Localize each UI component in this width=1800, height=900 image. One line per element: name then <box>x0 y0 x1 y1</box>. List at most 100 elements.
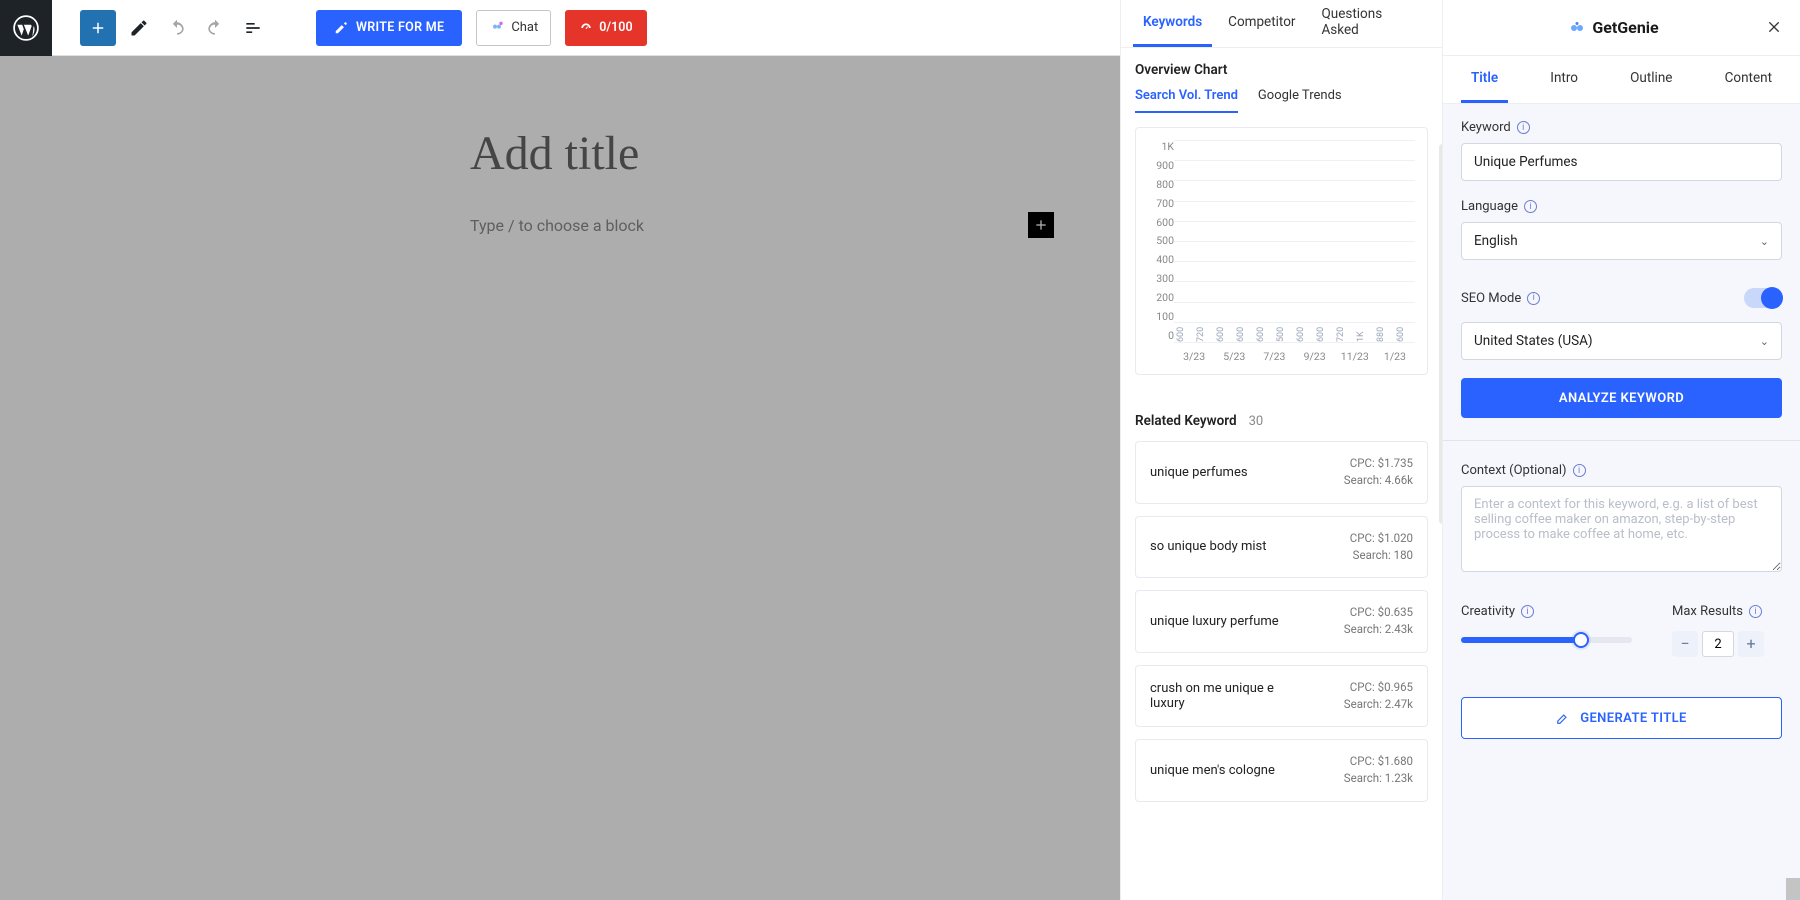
info-icon[interactable]: i <box>1749 605 1762 618</box>
edit-mode-button[interactable] <box>124 10 154 46</box>
editor-canvas: Add title Type / to choose a block <box>0 56 1120 900</box>
related-keyword-title: Related Keyword <box>1135 413 1237 429</box>
genie-icon <box>489 20 505 36</box>
keyword-stats: CPC: $0.635Search: 2.43k <box>1344 604 1413 639</box>
undo-button[interactable] <box>162 10 192 46</box>
left-panel-body: Overview Chart Search Vol. Trend Google … <box>1121 48 1442 900</box>
keyword-name: unique perfumes <box>1150 465 1248 480</box>
top-toolbar: WRITE FOR ME Chat 0/100 <box>0 0 1120 56</box>
left-panel-tabs: Keywords Competitor Questions Asked <box>1121 0 1442 48</box>
tab-content[interactable]: Content <box>1715 56 1782 103</box>
tab-outline[interactable]: Outline <box>1620 56 1682 103</box>
info-icon[interactable]: i <box>1527 292 1540 305</box>
stepper-decrease-button[interactable]: − <box>1672 631 1698 657</box>
analyze-keyword-button[interactable]: ANALYZE KEYWORD <box>1461 378 1782 418</box>
tab-questions-asked[interactable]: Questions Asked <box>1311 0 1430 47</box>
keyword-stats: CPC: $1.020Search: 180 <box>1350 530 1413 565</box>
stepper-increase-button[interactable]: + <box>1738 631 1764 657</box>
chart-bars: 6007206006006005006006007201K880600 <box>1174 140 1415 342</box>
keyword-card[interactable]: so unique body mist CPC: $1.020Search: 18… <box>1135 516 1428 579</box>
creativity-label: Creativityi <box>1461 604 1632 619</box>
keyword-stats: CPC: $1.735Search: 4.66k <box>1344 455 1413 490</box>
keyword-card[interactable]: unique perfumes CPC: $1.735Search: 4.66k <box>1135 441 1428 504</box>
chart-y-axis: 1K9008007006005004003002001000 <box>1140 140 1174 342</box>
max-results-label: Max Resultsi <box>1672 604 1782 619</box>
undo-icon <box>167 18 187 38</box>
divider <box>1443 440 1800 441</box>
chevron-down-icon: ⌄ <box>1760 235 1769 248</box>
document-overview-button[interactable] <box>238 10 268 46</box>
stepper-value[interactable] <box>1702 631 1734 657</box>
magic-pen-icon <box>334 21 348 35</box>
pencil-icon <box>129 18 149 38</box>
right-panel-body: Keywordi Languagei English ⌄ SEO Modei U… <box>1443 104 1800 900</box>
info-icon[interactable]: i <box>1517 121 1530 134</box>
chat-button[interactable]: Chat <box>476 10 551 46</box>
keyword-input[interactable] <box>1461 143 1782 181</box>
chart-x-axis: 3/235/237/239/2311/231/23 <box>1174 342 1415 368</box>
chart-plot: 6007206006006005006006007201K880600 <box>1174 140 1415 342</box>
overview-chart: 1K9008007006005004003002001000 600720600… <box>1135 127 1428 375</box>
getgenie-header: GetGenie <box>1443 0 1800 56</box>
tab-title[interactable]: Title <box>1461 56 1508 103</box>
getgenie-panel: GetGenie Title Intro Outline Content Key… <box>1442 0 1800 900</box>
creativity-slider[interactable] <box>1461 637 1632 643</box>
keyword-field-label: Keywordi <box>1461 120 1782 135</box>
write-for-me-button[interactable]: WRITE FOR ME <box>316 10 462 46</box>
info-icon[interactable]: i <box>1521 605 1534 618</box>
redo-button[interactable] <box>200 10 230 46</box>
language-field-label: Languagei <box>1461 199 1782 214</box>
wordpress-logo[interactable] <box>0 0 52 56</box>
language-select[interactable]: English ⌄ <box>1461 222 1782 260</box>
related-keyword-list: unique perfumes CPC: $1.735Search: 4.66k s… <box>1135 441 1428 802</box>
modal-backdrop <box>0 56 1120 900</box>
keyword-card[interactable]: unique men's cologne CPC: $1.680Search: 1… <box>1135 739 1428 802</box>
context-textarea[interactable] <box>1461 486 1782 572</box>
country-select[interactable]: United States (USA) ⌄ <box>1461 322 1782 360</box>
tab-competitor[interactable]: Competitor <box>1218 0 1305 47</box>
info-icon[interactable]: i <box>1524 200 1537 213</box>
scrollbar[interactable] <box>1786 878 1800 900</box>
close-panel-button[interactable] <box>1766 16 1782 40</box>
wordpress-icon <box>13 15 39 41</box>
related-keyword-count: 30 <box>1249 414 1264 429</box>
keyword-name: crush on me unique e luxury <box>1150 681 1290 711</box>
seo-mode-label: SEO Modei <box>1461 291 1540 306</box>
language-value: English <box>1474 233 1518 249</box>
keyword-stats: CPC: $0.965Search: 2.47k <box>1344 679 1413 714</box>
chat-label: Chat <box>511 20 538 35</box>
getgenie-brand: GetGenie <box>1568 18 1658 37</box>
keyword-name: unique men's cologne <box>1150 763 1275 778</box>
redo-icon <box>205 18 225 38</box>
max-results-stepper: − + <box>1672 631 1782 657</box>
keyword-name: so unique body mist <box>1150 539 1266 554</box>
genie-brand-icon <box>1568 19 1586 37</box>
info-icon[interactable]: i <box>1573 464 1586 477</box>
generate-icon <box>1556 711 1570 725</box>
chart-sub-tabs: Search Vol. Trend Google Trends <box>1135 88 1428 113</box>
overview-chart-title: Overview Chart <box>1135 62 1428 78</box>
keyword-name: unique luxury perfume <box>1150 614 1279 629</box>
generate-title-label: GENERATE TITLE <box>1580 711 1687 726</box>
editor-viewport: WRITE FOR ME Chat 0/100 Add title Type /… <box>0 0 1120 900</box>
generate-title-button[interactable]: GENERATE TITLE <box>1461 697 1782 739</box>
right-panel-tabs: Title Intro Outline Content <box>1443 56 1800 104</box>
brand-label: GetGenie <box>1592 18 1658 37</box>
keyword-card[interactable]: unique luxury perfume CPC: $0.635Search: … <box>1135 590 1428 653</box>
tab-intro[interactable]: Intro <box>1540 56 1588 103</box>
context-field-label: Context (Optional)i <box>1461 463 1782 478</box>
gauge-icon <box>579 21 593 35</box>
usage-limit-label: 0/100 <box>599 20 632 35</box>
keywords-panel: Keywords Competitor Questions Asked Over… <box>1120 0 1442 900</box>
tab-keywords[interactable]: Keywords <box>1133 0 1212 47</box>
chevron-down-icon: ⌄ <box>1760 335 1769 348</box>
write-for-me-label: WRITE FOR ME <box>356 20 444 35</box>
sub-tab-google-trends[interactable]: Google Trends <box>1258 88 1342 113</box>
add-block-button[interactable] <box>80 10 116 46</box>
keyword-stats: CPC: $1.680Search: 1.23k <box>1344 753 1413 788</box>
list-icon <box>243 18 263 38</box>
sub-tab-search-vol[interactable]: Search Vol. Trend <box>1135 88 1238 113</box>
seo-mode-toggle[interactable] <box>1744 288 1782 308</box>
keyword-card[interactable]: crush on me unique e luxury CPC: $0.965Se… <box>1135 665 1428 728</box>
usage-limit-button[interactable]: 0/100 <box>565 10 646 46</box>
